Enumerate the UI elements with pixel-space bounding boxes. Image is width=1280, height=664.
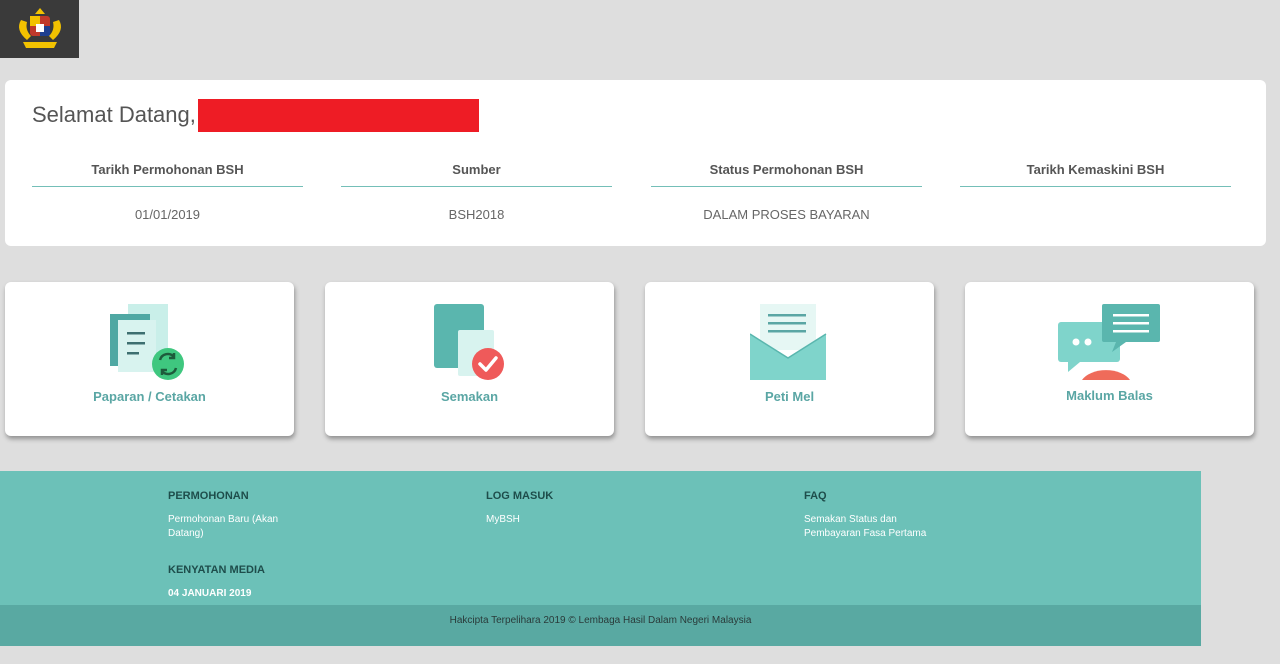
footer-link-mybsh[interactable]: MyBSH [486, 513, 616, 527]
footer-heading-faq: FAQ [804, 490, 827, 502]
info-heading: Tarikh Kemaskini BSH [960, 156, 1231, 187]
welcome-greeting: Selamat Datang, [32, 98, 479, 132]
info-heading: Status Permohonan BSH [651, 156, 922, 187]
tile-label: Paparan / Cetakan [93, 389, 206, 404]
info-column-status: Status Permohonan BSH DALAM PROSES BAYAR… [651, 156, 922, 223]
tile-paparan-cetakan[interactable]: Paparan / Cetakan [5, 282, 294, 436]
mail-envelope-icon [749, 304, 826, 380]
tile-label: Maklum Balas [1066, 388, 1153, 403]
info-value: DALAM PROSES BAYARAN [703, 207, 870, 222]
tile-peti-mel[interactable]: Peti Mel [645, 282, 934, 436]
chat-bubbles-icon [1057, 304, 1160, 380]
footer: PERMOHONAN Permohonan Baru (Akan Datang)… [0, 471, 1201, 605]
info-value: 01/01/2019 [134, 207, 201, 222]
footer-link-permohonan-baru[interactable]: Permohonan Baru (Akan Datang) [168, 513, 288, 541]
footer-heading-log-masuk: LOG MASUK [486, 490, 554, 502]
info-column-tarikh-permohonan: Tarikh Permohonan BSH 01/01/2019 [32, 156, 303, 223]
tile-maklum-balas[interactable]: Maklum Balas [965, 282, 1254, 436]
documents-refresh-icon [109, 304, 184, 380]
welcome-card: Selamat Datang, Tarikh Permohonan BSH 01… [5, 80, 1266, 246]
check-document-icon [433, 304, 504, 380]
info-column-tarikh-kemaskini: Tarikh Kemaskini BSH [960, 156, 1231, 207]
greeting-text: Selamat Datang, [32, 102, 196, 127]
redacted-name [197, 98, 479, 132]
logo[interactable] [0, 0, 79, 58]
malaysia-coat-of-arms-icon [18, 8, 61, 48]
info-heading: Sumber [341, 156, 612, 187]
info-column-sumber: Sumber BSH2018 [341, 156, 612, 223]
copyright-bar: Hakcipta Terpelihara 2019 © Lembaga Hasi… [0, 605, 1201, 646]
footer-link-media-date[interactable]: 04 JANUARI 2019 [168, 587, 298, 601]
info-value: BSH2018 [448, 207, 505, 222]
copyright-text: Hakcipta Terpelihara 2019 © Lembaga Hasi… [449, 615, 752, 626]
footer-link-semakan-status[interactable]: Semakan Status dan Pembayaran Fasa Perta… [804, 513, 939, 541]
tile-semakan[interactable]: Semakan [325, 282, 614, 436]
footer-heading-permohonan: PERMOHONAN [168, 490, 249, 502]
footer-heading-kenyatan-media: KENYATAN MEDIA [168, 564, 265, 576]
tile-label: Semakan [440, 389, 499, 404]
info-heading: Tarikh Permohonan BSH [32, 156, 303, 187]
tile-label: Peti Mel [764, 389, 815, 404]
